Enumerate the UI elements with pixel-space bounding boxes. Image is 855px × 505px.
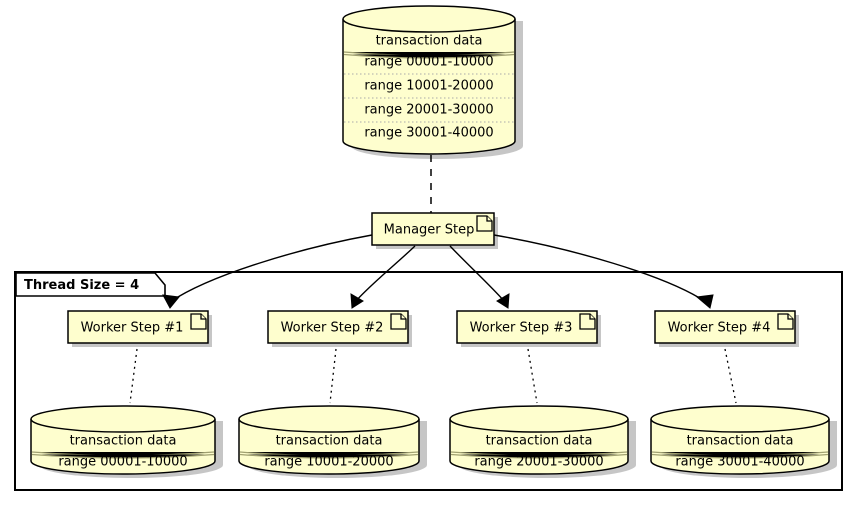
worker-step-3-label: Worker Step #3 (470, 321, 573, 336)
source-database-row: range 20001-30000 (364, 103, 493, 118)
worker-database-4-row: range 30001-40000 (675, 455, 804, 470)
artifact-page-icon (390, 313, 407, 330)
worker-database-4-title: transaction data (687, 434, 794, 449)
source-database-title: transaction data (376, 34, 483, 49)
worker-step-2-label: Worker Step #2 (281, 321, 384, 336)
worker-database-2: transaction data range 10001-20000 (238, 405, 427, 478)
diagram-canvas: Thread Size = 4 transaction data range 0… (0, 0, 855, 505)
worker-step-1-label: Worker Step #1 (81, 321, 184, 336)
thread-frame-label: Thread Size = 4 (24, 278, 139, 293)
worker-database-1-title: transaction data (70, 434, 177, 449)
worker-database-1: transaction data range 00001-10000 (30, 405, 223, 478)
worker-database-3-title: transaction data (486, 434, 593, 449)
manager-step-node[interactable]: Manager Step (371, 212, 498, 249)
artifact-page-icon (190, 313, 207, 330)
deployment-diagram: Thread Size = 4 transaction data range 0… (14, 5, 843, 491)
worker-database-4: transaction data range 30001-40000 (650, 405, 837, 478)
worker-step-1-node[interactable]: Worker Step #1 (67, 310, 212, 347)
worker-database-3-row: range 20001-30000 (474, 455, 603, 470)
worker-database-3: transaction data range 20001-30000 (449, 405, 636, 478)
artifact-page-icon (579, 313, 596, 330)
worker-database-2-row: range 10001-20000 (264, 455, 393, 470)
artifact-page-icon (476, 215, 493, 232)
worker-step-2-node[interactable]: Worker Step #2 (267, 310, 412, 347)
source-database-row: range 00001-10000 (364, 55, 493, 70)
source-database-row: range 10001-20000 (364, 79, 493, 94)
worker-database-2-title: transaction data (276, 434, 383, 449)
worker-step-4-node[interactable]: Worker Step #4 (654, 310, 799, 347)
worker-step-3-node[interactable]: Worker Step #3 (456, 310, 601, 347)
worker-database-1-row: range 00001-10000 (58, 455, 187, 470)
artifact-page-icon (777, 313, 794, 330)
source-database-row: range 30001-40000 (364, 126, 493, 141)
worker-step-4-label: Worker Step #4 (668, 321, 771, 336)
source-database: transaction data range 00001-10000 range… (342, 5, 523, 159)
manager-step-label: Manager Step (384, 223, 475, 238)
